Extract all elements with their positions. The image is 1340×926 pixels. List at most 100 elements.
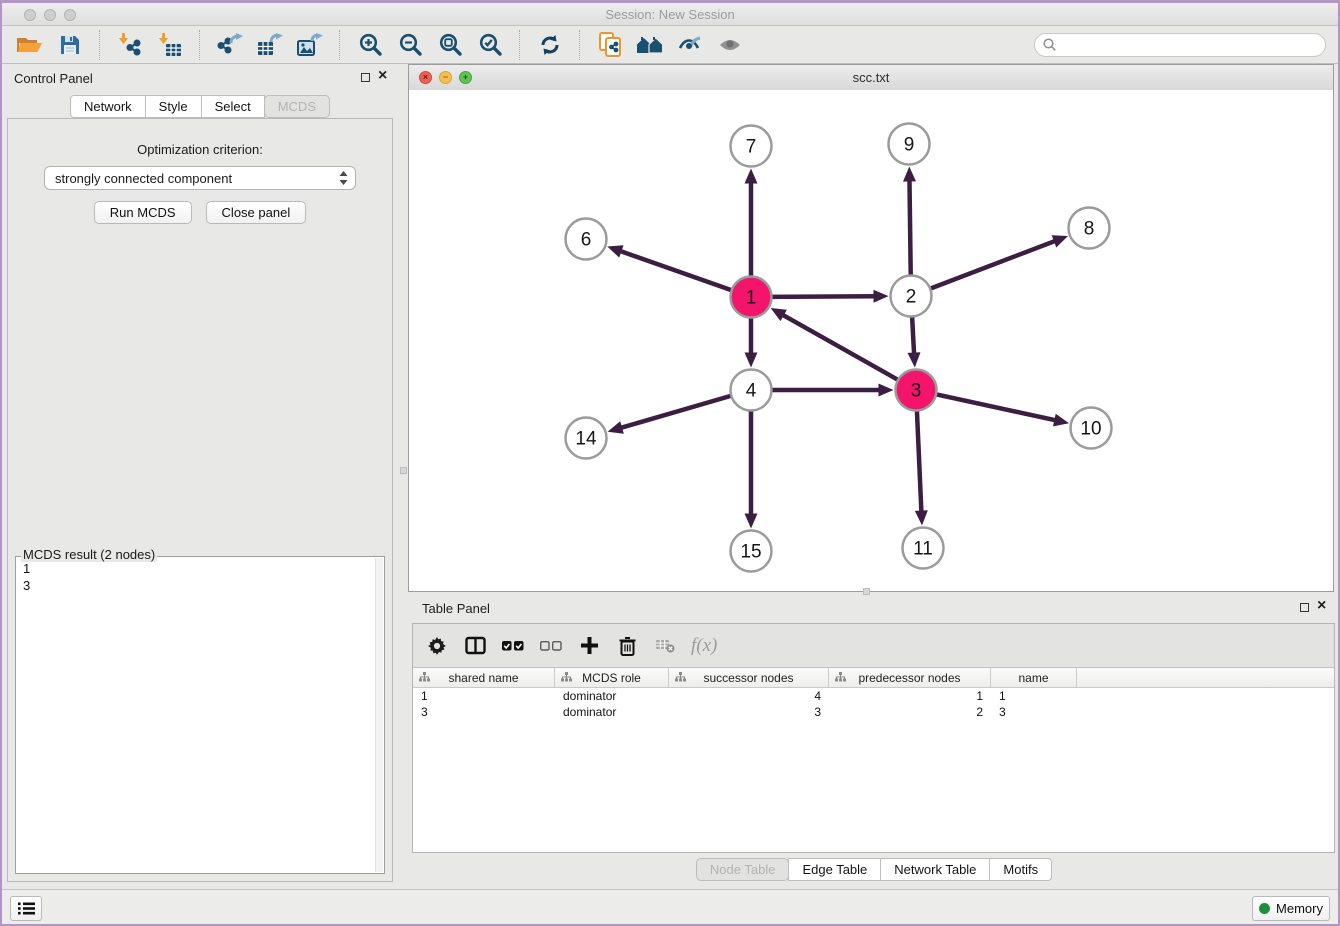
svg-text:9: 9 <box>904 135 915 156</box>
graph-node-10[interactable]: 10 <box>1071 408 1112 449</box>
table-cell[interactable]: 1 <box>991 689 1077 703</box>
show-log-button[interactable] <box>10 896 42 921</box>
tab-network-table[interactable]: Network Table <box>880 858 990 881</box>
run-mcds-button[interactable]: Run MCDS <box>94 201 192 224</box>
refresh-button[interactable] <box>533 29 567 61</box>
tab-edge-table[interactable]: Edge Table <box>788 858 881 881</box>
column-header-successor-nodes[interactable]: successor nodes <box>669 668 829 687</box>
graph-edge-1-4[interactable] <box>745 315 758 368</box>
graph-node-9[interactable]: 9 <box>889 124 930 165</box>
tab-mcds[interactable]: MCDS <box>264 95 330 118</box>
graph-node-8[interactable]: 8 <box>1069 208 1110 249</box>
split-view-button[interactable] <box>463 636 487 655</box>
table-cell[interactable]: dominator <box>555 689 669 703</box>
tab-select[interactable]: Select <box>201 95 265 118</box>
table-cell[interactable]: 3 <box>991 705 1077 719</box>
graph-edge-4-15[interactable] <box>745 408 758 529</box>
tab-network[interactable]: Network <box>70 95 146 118</box>
float-table-panel-icon[interactable] <box>1300 603 1309 612</box>
graph-node-7[interactable]: 7 <box>731 126 772 167</box>
export-image-icon <box>297 33 323 57</box>
save-floppy-icon <box>60 35 80 55</box>
zoom-selected-button[interactable] <box>473 29 507 61</box>
close-panel-icon[interactable]: × <box>378 68 387 84</box>
graph-edge-2-9[interactable] <box>903 166 916 278</box>
mcds-result-box[interactable]: 1 3 <box>15 556 385 874</box>
table-cell[interactable]: 2 <box>829 705 991 719</box>
tab-node-table[interactable]: Node Table <box>696 858 790 881</box>
graph-node-4[interactable]: 4 <box>731 370 772 411</box>
home-button[interactable] <box>633 29 667 61</box>
graph-node-14[interactable]: 14 <box>566 418 607 459</box>
search-box[interactable] <box>1034 33 1326 57</box>
table-cell[interactable]: 3 <box>413 705 555 719</box>
float-panel-icon[interactable] <box>361 73 370 82</box>
network-view-window: × − + scc.txt 7 9 6 8 1 2 4 3 14 10 15 11 <box>408 64 1334 592</box>
network-graph[interactable]: 7 9 6 8 1 2 4 3 14 10 15 11 <box>409 90 1333 591</box>
graph-edge-1-2[interactable] <box>768 290 888 303</box>
select-all-button[interactable] <box>501 641 525 651</box>
graph-edge-4-3[interactable] <box>769 384 894 397</box>
graph-node-3[interactable]: 3 <box>896 370 937 411</box>
import-network-button[interactable] <box>113 29 147 61</box>
table-panel: Table Panel × <box>408 594 1340 890</box>
vertical-splitter-handle[interactable] <box>400 467 407 474</box>
table-row[interactable]: 3dominator323 <box>413 704 1334 720</box>
table-cell[interactable]: 1 <box>829 689 991 703</box>
table-cell[interactable]: 1 <box>413 689 555 703</box>
optimization-criterion-select[interactable]: strongly connected component <box>44 166 356 190</box>
table-settings-button[interactable] <box>425 636 449 656</box>
graph-node-11[interactable]: 11 <box>903 528 944 569</box>
delete-column-button[interactable] <box>615 636 639 656</box>
graph-edge-1-7[interactable] <box>745 169 758 280</box>
open-session-button[interactable] <box>13 29 47 61</box>
tab-motifs[interactable]: Motifs <box>989 858 1052 881</box>
result-scrollbar[interactable] <box>375 558 383 872</box>
close-table-panel-icon[interactable]: × <box>1317 598 1326 614</box>
column-header-MCDS-role[interactable]: MCDS role <box>555 668 669 687</box>
gear-icon <box>427 636 447 656</box>
save-session-button[interactable] <box>53 29 87 61</box>
hide-details-button[interactable] <box>673 29 707 61</box>
network-canvas[interactable]: 7 9 6 8 1 2 4 3 14 10 15 11 <box>409 90 1333 591</box>
graph-edge-4-14[interactable] <box>608 395 735 434</box>
tab-style[interactable]: Style <box>145 95 202 118</box>
network-window-titlebar[interactable]: × − + scc.txt <box>409 65 1333 91</box>
export-table-button[interactable] <box>253 29 287 61</box>
column-header-name[interactable]: name <box>991 668 1077 687</box>
graph-edge-3-1[interactable] <box>771 308 901 381</box>
graph-edge-2-8[interactable] <box>927 235 1068 289</box>
graph-edge-1-6[interactable] <box>607 245 734 291</box>
graph-edge-3-11[interactable] <box>915 407 928 525</box>
graph-node-6[interactable]: 6 <box>566 219 607 260</box>
graph-node-1[interactable]: 1 <box>731 277 772 318</box>
export-image-button[interactable] <box>293 29 327 61</box>
function-builder-button[interactable]: f(x) <box>691 635 717 657</box>
toolbar-separator <box>579 30 581 60</box>
app-title: Session: New Session <box>2 7 1338 22</box>
table-panel-title: Table Panel <box>422 601 490 616</box>
deselect-all-button[interactable] <box>539 641 563 651</box>
add-column-button[interactable] <box>577 636 601 655</box>
zoom-out-button[interactable] <box>393 29 427 61</box>
search-input[interactable] <box>1061 36 1317 53</box>
import-table-button[interactable] <box>153 29 187 61</box>
memory-button[interactable]: Memory <box>1252 896 1330 921</box>
table-cell[interactable]: 3 <box>669 705 829 719</box>
close-panel-button[interactable]: Close panel <box>206 201 307 224</box>
graph-edge-2-3[interactable] <box>908 313 921 367</box>
table-cell[interactable]: 4 <box>669 689 829 703</box>
column-header-shared-name[interactable]: shared name <box>413 668 555 687</box>
zoom-in-button[interactable] <box>353 29 387 61</box>
zoom-fit-button[interactable] <box>433 29 467 61</box>
graph-node-2[interactable]: 2 <box>891 276 932 317</box>
show-details-button[interactable] <box>713 29 747 61</box>
graph-edge-3-10[interactable] <box>933 394 1069 427</box>
graph-node-15[interactable]: 15 <box>731 531 772 572</box>
delete-table-button[interactable] <box>653 639 677 653</box>
export-network-button[interactable] <box>213 29 247 61</box>
table-row[interactable]: 1dominator411 <box>413 688 1334 704</box>
column-header-predecessor-nodes[interactable]: predecessor nodes <box>829 668 991 687</box>
duplicate-network-button[interactable] <box>593 29 627 61</box>
table-cell[interactable]: dominator <box>555 705 669 719</box>
